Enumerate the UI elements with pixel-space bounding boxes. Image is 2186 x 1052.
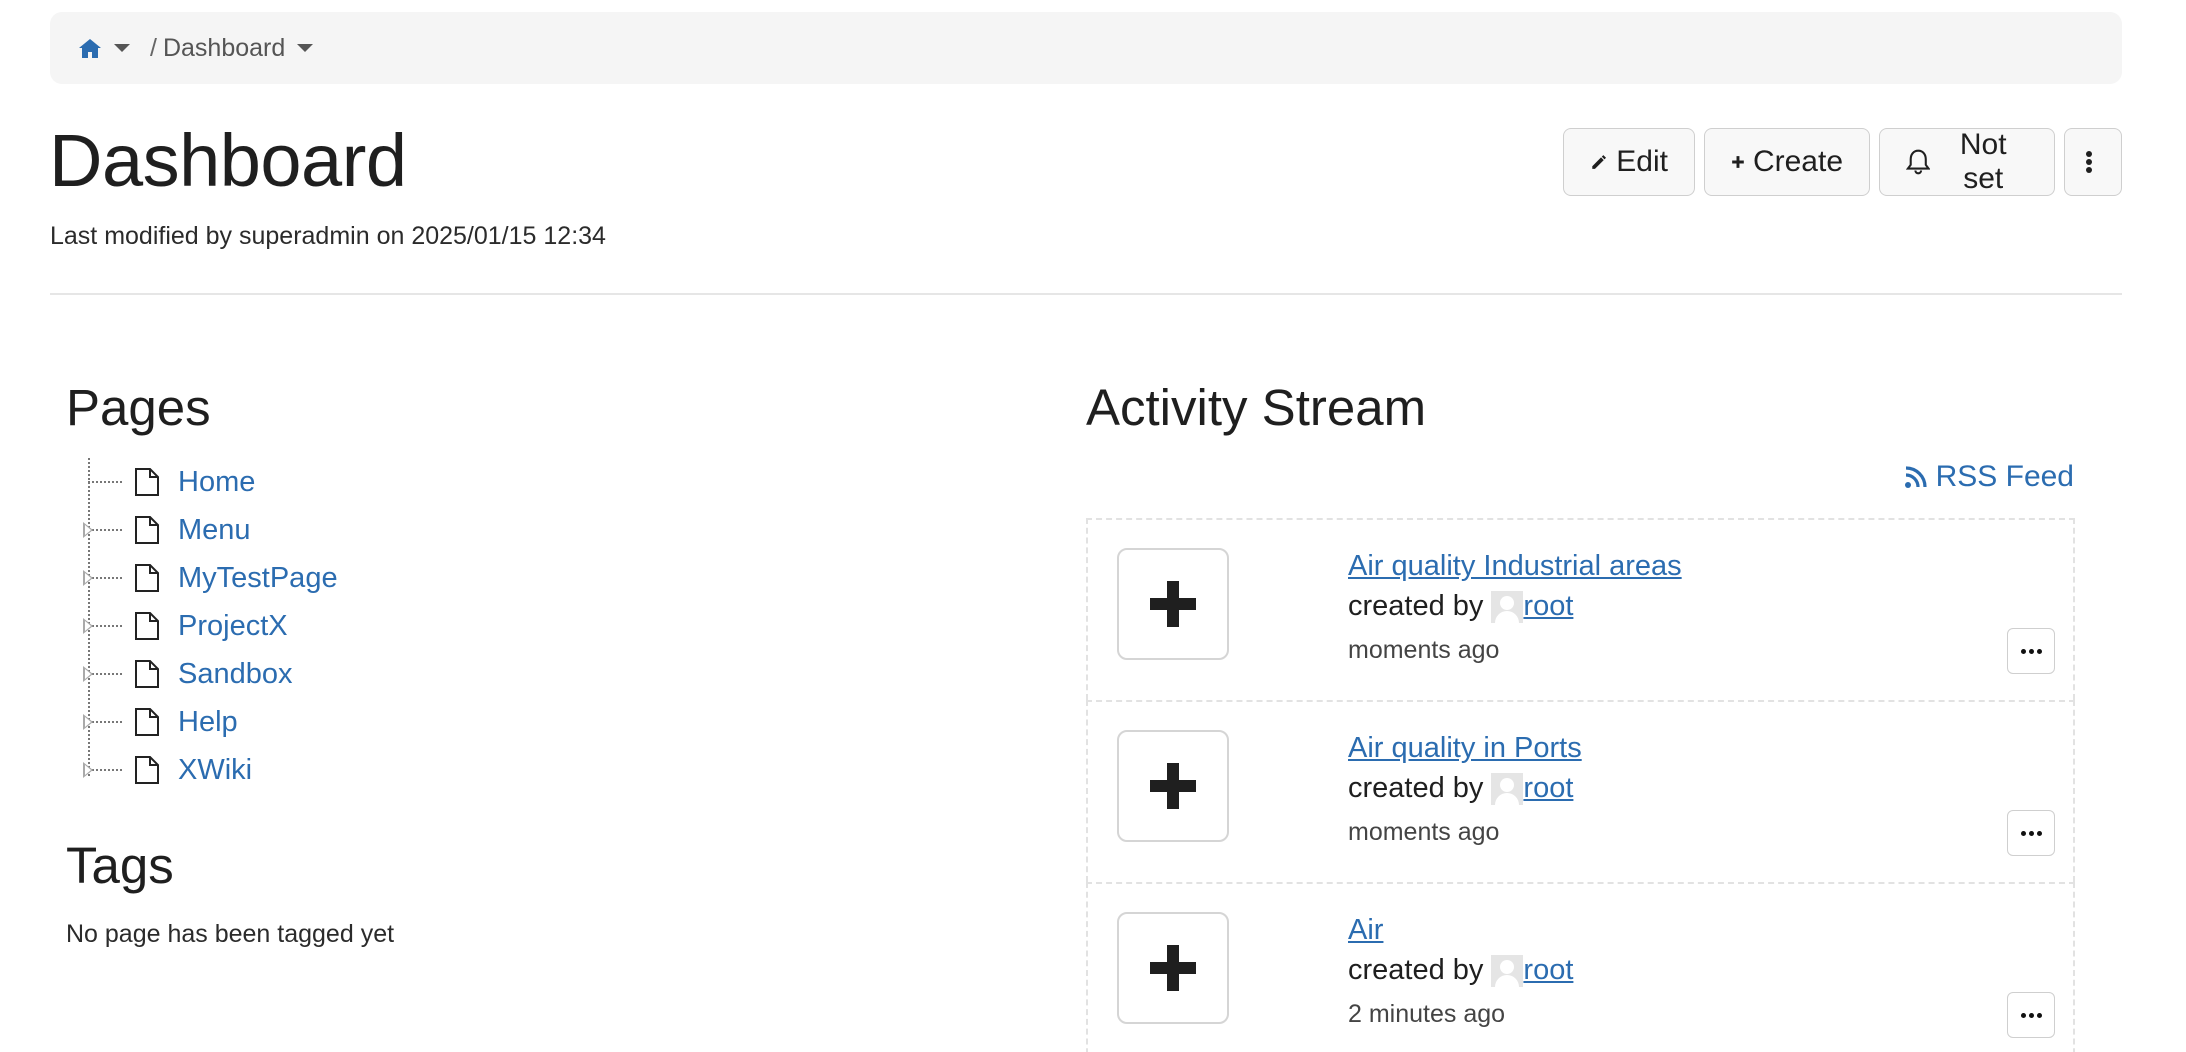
avatar bbox=[1491, 954, 1524, 987]
event-time: 2 minutes ago bbox=[1348, 1000, 1506, 1028]
event-type-box bbox=[1117, 548, 1229, 660]
tree-item-label[interactable]: Menu bbox=[178, 514, 251, 547]
rss-icon bbox=[1904, 466, 1927, 488]
rss-feed-link[interactable]: RSS Feed bbox=[1904, 460, 2074, 494]
tree-item-label[interactable]: Home bbox=[178, 466, 255, 499]
event-byline: created by root bbox=[1348, 590, 1573, 623]
event-type-box bbox=[1117, 912, 1229, 1024]
event-more-button[interactable] bbox=[2007, 992, 2055, 1038]
tree-item-label[interactable]: Help bbox=[178, 706, 238, 739]
edit-label: Edit bbox=[1616, 145, 1668, 178]
event-by-text: created by bbox=[1348, 590, 1484, 622]
expand-triangle-icon[interactable] bbox=[83, 762, 93, 778]
plus-icon bbox=[1150, 763, 1196, 809]
page-icon bbox=[135, 708, 159, 736]
page-icon bbox=[135, 612, 159, 640]
header-divider bbox=[50, 293, 2122, 295]
tree-item-sandbox[interactable]: Sandbox bbox=[80, 650, 338, 698]
home-icon bbox=[79, 39, 101, 58]
tree-item-label[interactable]: ProjectX bbox=[178, 610, 288, 643]
expand-triangle-icon[interactable] bbox=[83, 570, 93, 586]
notifications-label: Not set bbox=[1959, 128, 2007, 195]
activity-event: Air quality in Ports created by root mom… bbox=[1086, 700, 2075, 882]
page-title: Dashboard bbox=[49, 119, 407, 202]
tree-item-menu[interactable]: Menu bbox=[80, 506, 338, 554]
breadcrumb-current[interactable]: Dashboard bbox=[163, 34, 285, 63]
event-time: moments ago bbox=[1348, 818, 1500, 846]
home-dropdown-caret-icon[interactable] bbox=[114, 44, 130, 52]
plus-icon bbox=[1732, 156, 1744, 168]
create-label: Create bbox=[1752, 145, 1843, 178]
more-actions-button[interactable] bbox=[2064, 128, 2122, 196]
tree-item-help[interactable]: Help bbox=[80, 698, 338, 746]
tree-item-home[interactable]: Home bbox=[80, 458, 338, 506]
activity-stream-title: Activity Stream bbox=[1086, 379, 1427, 436]
tree-item-label[interactable]: XWiki bbox=[178, 754, 252, 787]
expand-triangle-icon[interactable] bbox=[83, 618, 93, 634]
no-tags-text: No page has been tagged yet bbox=[66, 920, 395, 948]
expand-triangle-icon[interactable] bbox=[83, 714, 93, 730]
page-icon bbox=[135, 468, 159, 496]
plus-icon bbox=[1150, 945, 1196, 991]
activity-stream: Air quality Industrial areas created by … bbox=[1086, 518, 2075, 1052]
event-time: moments ago bbox=[1348, 636, 1500, 664]
rss-feed-label: RSS Feed bbox=[1935, 460, 2074, 493]
event-more-button[interactable] bbox=[2007, 628, 2055, 674]
ellipsis-icon bbox=[2020, 648, 2042, 654]
tags-title: Tags bbox=[66, 837, 174, 894]
expand-triangle-icon[interactable] bbox=[83, 522, 93, 538]
page-icon bbox=[135, 564, 159, 592]
event-page-link[interactable]: Air bbox=[1348, 914, 1383, 947]
notifications-button[interactable]: Not set bbox=[1879, 128, 2055, 196]
pages-title: Pages bbox=[66, 379, 211, 436]
activity-event: Air created by root 2 minutes ago bbox=[1086, 882, 2075, 1052]
edit-button[interactable]: Edit bbox=[1563, 128, 1695, 196]
ellipsis-icon bbox=[2020, 1012, 2042, 1018]
home-link[interactable] bbox=[78, 37, 102, 59]
tree-item-projectx[interactable]: ProjectX bbox=[80, 602, 338, 650]
ellipsis-icon bbox=[2020, 830, 2042, 836]
event-user-link[interactable]: root bbox=[1523, 590, 1573, 623]
activity-event: Air quality Industrial areas created by … bbox=[1086, 518, 2075, 700]
tree-item-label[interactable]: MyTestPage bbox=[178, 562, 338, 595]
breadcrumb-separator: / bbox=[150, 33, 157, 62]
event-byline: created by root bbox=[1348, 772, 1573, 805]
tree-item-label[interactable]: Sandbox bbox=[178, 658, 293, 691]
event-byline: created by root bbox=[1348, 954, 1573, 987]
breadcrumb: / Dashboard bbox=[50, 12, 2122, 84]
pencil-icon bbox=[1592, 155, 1607, 169]
event-type-box bbox=[1117, 730, 1229, 842]
breadcrumb-dropdown-caret-icon[interactable] bbox=[297, 44, 314, 52]
avatar bbox=[1491, 590, 1524, 623]
page-icon bbox=[135, 756, 159, 784]
avatar bbox=[1491, 772, 1524, 805]
event-user-link[interactable]: root bbox=[1523, 954, 1573, 987]
plus-icon bbox=[1150, 581, 1196, 627]
event-by-text: created by bbox=[1348, 954, 1484, 986]
page-icon bbox=[135, 660, 159, 688]
create-button[interactable]: Create bbox=[1704, 128, 1870, 196]
last-modified-text: Last modified by superadmin on 2025/01/1… bbox=[50, 222, 606, 250]
tree-item-mytestpage[interactable]: MyTestPage bbox=[80, 554, 338, 602]
event-by-text: created by bbox=[1348, 772, 1484, 804]
bell-icon bbox=[1906, 149, 1931, 175]
event-more-button[interactable] bbox=[2007, 810, 2055, 856]
tree-item-xwiki[interactable]: XWiki bbox=[80, 746, 338, 794]
vertical-ellipsis-icon bbox=[2086, 151, 2092, 173]
event-page-link[interactable]: Air quality Industrial areas bbox=[1348, 550, 1682, 583]
expand-triangle-icon[interactable] bbox=[83, 666, 93, 682]
pages-tree: Home Menu MyTestPage ProjectX Sandbox He… bbox=[80, 458, 338, 794]
page-actions: Edit Create Not set bbox=[1563, 128, 2122, 196]
page-icon bbox=[135, 516, 159, 544]
event-page-link[interactable]: Air quality in Ports bbox=[1348, 732, 1582, 765]
event-user-link[interactable]: root bbox=[1523, 772, 1573, 805]
